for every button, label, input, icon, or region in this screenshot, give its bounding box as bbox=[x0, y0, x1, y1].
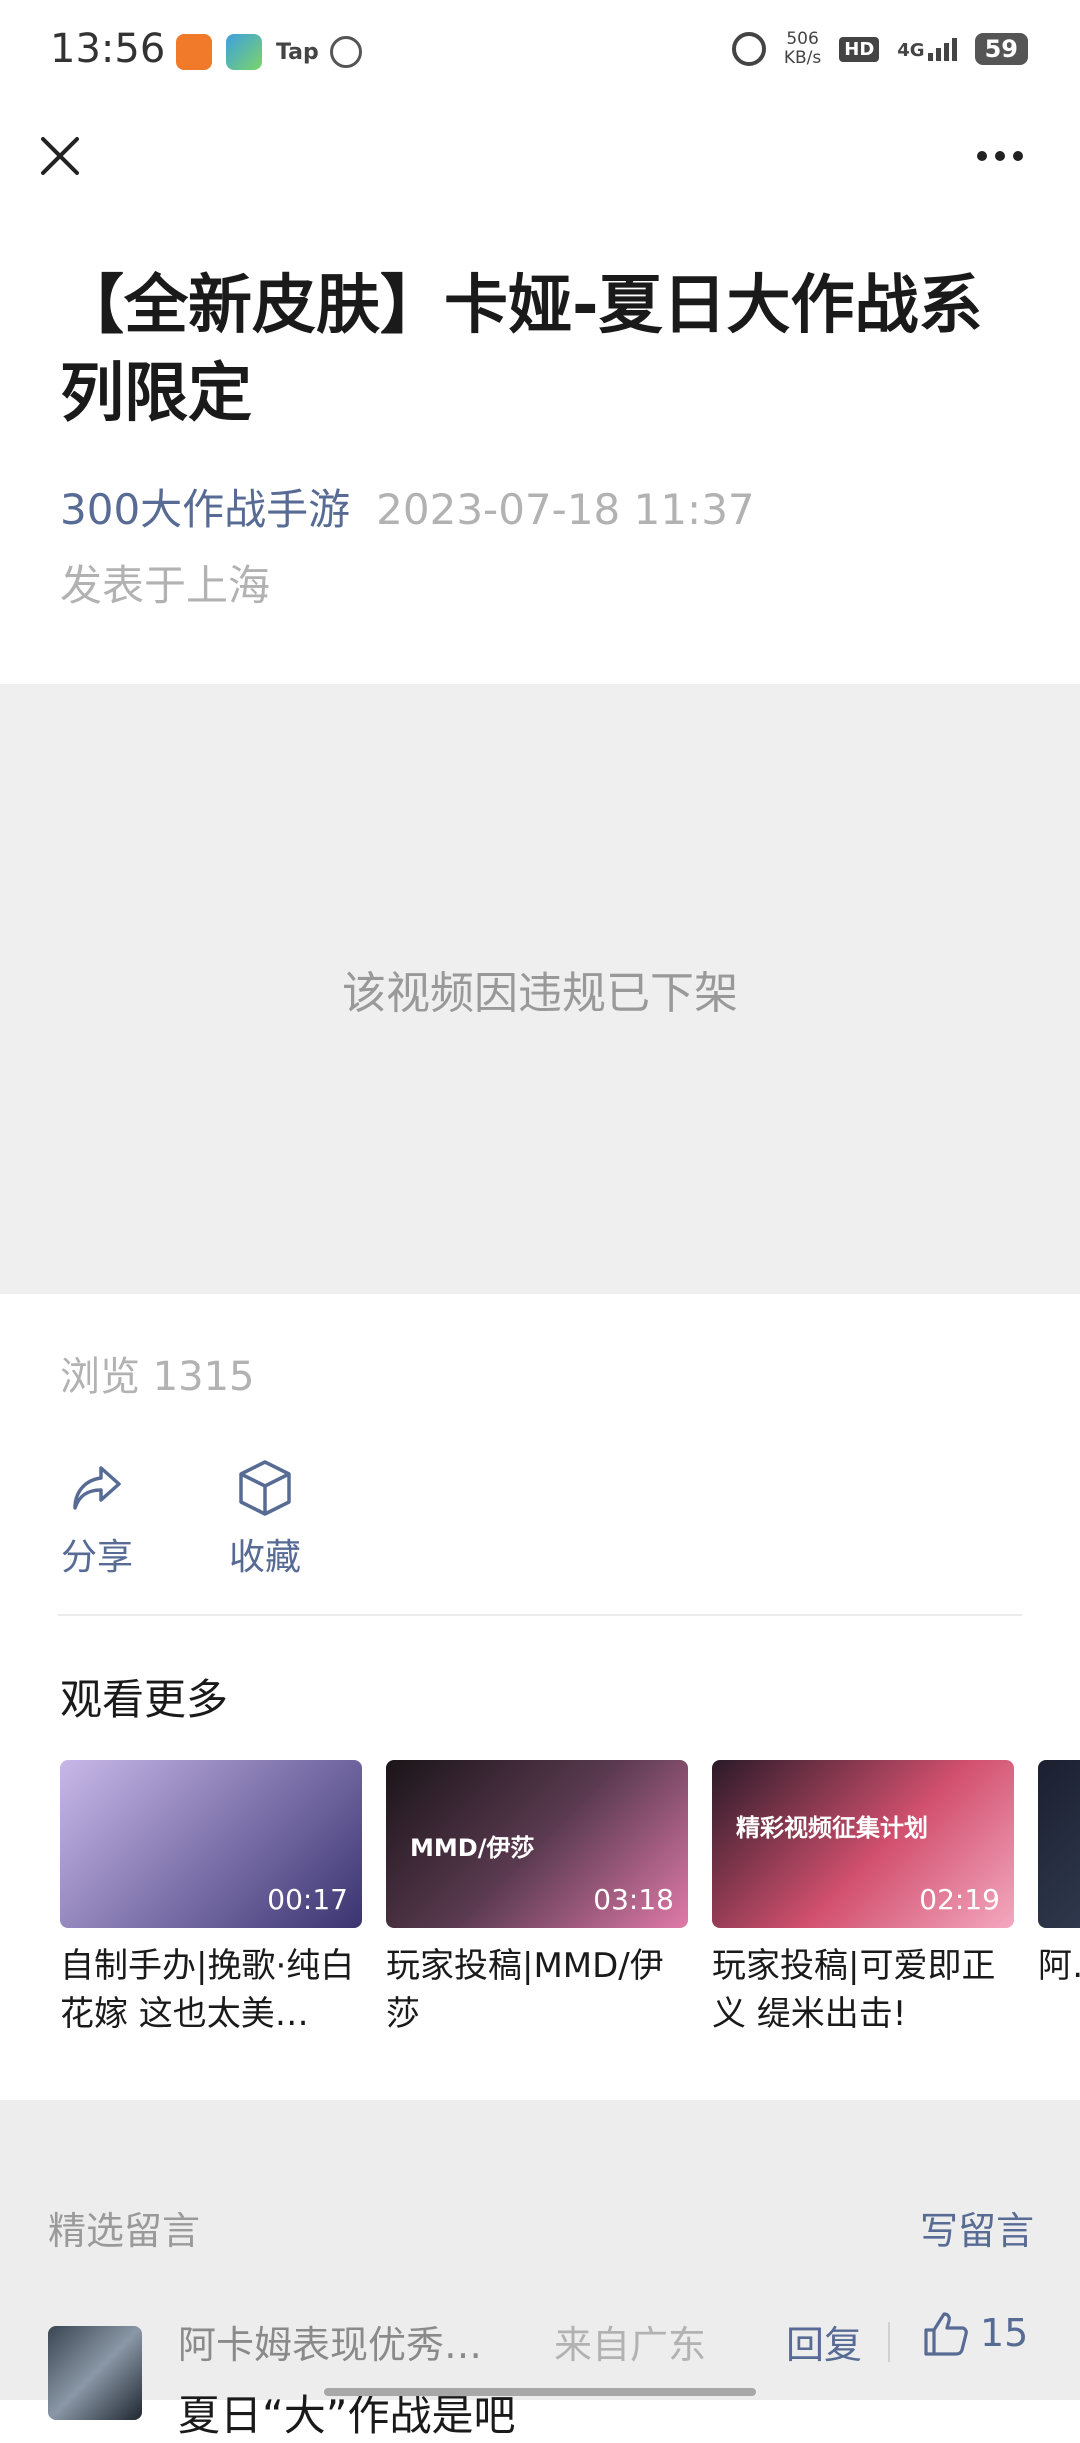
video-card[interactable]: MMD/伊莎 03:18 玩家投稿|MMD/伊莎 bbox=[386, 1760, 688, 2038]
video-placeholder: 该视频因违规已下架 bbox=[0, 684, 1080, 1294]
app-notification-icon bbox=[226, 34, 262, 70]
article-title: 【全新皮肤】卡娅-夏日大作战系列限定 bbox=[60, 269, 983, 431]
comments-header: 精选留言 bbox=[48, 2209, 201, 2253]
video-duration: 03:18 bbox=[593, 1883, 674, 1916]
tap-app-icon: Tap bbox=[276, 39, 319, 65]
divider bbox=[58, 1614, 1022, 1616]
battery-icon: 59 bbox=[974, 33, 1028, 65]
video-thumbnail: 精彩视频征集计划 02:19 bbox=[712, 1760, 1014, 1928]
publish-date: 2023-07-18 11:37 bbox=[376, 485, 755, 534]
home-indicator[interactable] bbox=[324, 2388, 756, 2396]
video-card-title: 阿…我… bbox=[1038, 1946, 1080, 1986]
thumbnail-label: 精彩视频征集计划 bbox=[736, 1814, 928, 1842]
video-card-title: 玩家投稿|可爱即正义 缇米出击! bbox=[712, 1946, 996, 2034]
video-thumbnail: MMD/伊莎 03:18 bbox=[386, 1760, 688, 1928]
status-indicators: 506 KB/s HD 4G 59 bbox=[731, 29, 1028, 68]
close-icon[interactable] bbox=[34, 130, 86, 182]
video-duration: 00:17 bbox=[267, 1883, 348, 1916]
comment-location: 来自广东 bbox=[554, 2323, 707, 2367]
more-icon[interactable] bbox=[972, 138, 1028, 174]
video-card-title: 自制手办|挽歌·纯白花嫁 这也太美… bbox=[60, 1946, 355, 2034]
avatar[interactable] bbox=[48, 2326, 142, 2420]
video-card[interactable]: 阿…我… bbox=[1038, 1760, 1080, 2038]
status-bar: 13:56 Tap 506 KB/s HD 4G 59 bbox=[0, 0, 1080, 104]
comment-author: 阿卡姆表现优秀… bbox=[178, 2323, 483, 2367]
reply-button[interactable]: 回复 bbox=[786, 2314, 862, 2369]
share-icon bbox=[73, 1466, 121, 1510]
video-duration: 02:19 bbox=[919, 1883, 1000, 1916]
video-card-title: 玩家投稿|MMD/伊莎 bbox=[386, 1946, 664, 2034]
video-removed-message: 该视频因违规已下架 bbox=[342, 968, 738, 1019]
alarm-icon bbox=[731, 32, 766, 66]
like-count: 15 bbox=[980, 2311, 1029, 2355]
video-card[interactable]: 精彩视频征集计划 02:19 玩家投稿|可爱即正义 缇米出击! bbox=[712, 1760, 1014, 2038]
hd-badge: HD bbox=[839, 36, 880, 62]
separator bbox=[888, 2322, 890, 2362]
video-thumbnail bbox=[1038, 1760, 1080, 1928]
watch-more-list: 00:17 自制手办|挽歌·纯白花嫁 这也太美… MMD/伊莎 03:18 玩家… bbox=[60, 1760, 1080, 2050]
status-app-icons: Tap bbox=[176, 34, 362, 70]
status-time: 13:56 bbox=[50, 26, 166, 72]
comments-section: 精选留言 写留言 阿卡姆表现优秀… 来自广东 回复 15 夏日“大”作战是吧 bbox=[0, 2100, 1080, 2440]
view-count: 浏览 1315 bbox=[60, 1354, 255, 1400]
author-link[interactable]: 300大作战手游 bbox=[60, 485, 350, 534]
favorite-button[interactable]: 收藏 bbox=[200, 1458, 330, 1580]
thumbnail-label: MMD/伊莎 bbox=[410, 1834, 535, 1862]
app-circle-icon bbox=[330, 36, 362, 68]
cube-icon bbox=[239, 1460, 291, 1516]
thumbs-up-icon bbox=[924, 2312, 968, 2356]
like-button[interactable]: 15 bbox=[920, 2308, 1028, 2358]
write-comment-button[interactable]: 写留言 bbox=[920, 2200, 1034, 2255]
share-label: 分享 bbox=[60, 1537, 133, 1578]
share-button[interactable]: 分享 bbox=[32, 1458, 162, 1580]
video-card[interactable]: 00:17 自制手办|挽歌·纯白花嫁 这也太美… bbox=[60, 1760, 362, 2038]
app-notification-icon bbox=[176, 34, 212, 70]
article-meta: 300大作战手游 2023-07-18 11:37 bbox=[60, 476, 755, 537]
watch-more-title: 观看更多 bbox=[60, 1675, 229, 1724]
video-thumbnail: 00:17 bbox=[60, 1760, 362, 1928]
publish-location: 发表于上海 bbox=[60, 561, 271, 610]
network-speed: 506 KB/s bbox=[783, 29, 822, 68]
signal-icon: 4G bbox=[897, 37, 957, 61]
favorite-label: 收藏 bbox=[228, 1537, 301, 1578]
